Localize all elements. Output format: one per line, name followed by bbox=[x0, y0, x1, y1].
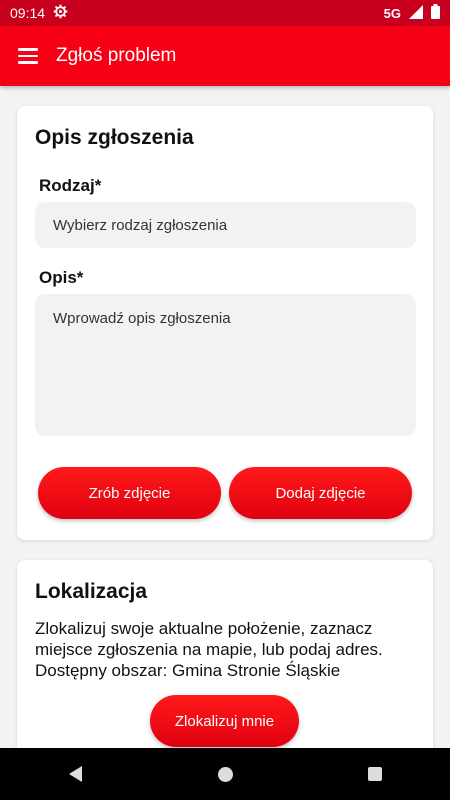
type-select-placeholder: Wybierz rodzaj zgłoszenia bbox=[53, 216, 228, 234]
type-select[interactable]: Wybierz rodzaj zgłoszenia bbox=[35, 202, 416, 248]
description-card-title: Opis zgłoszenia bbox=[35, 126, 194, 149]
signal-icon bbox=[409, 4, 423, 22]
navigation-bar bbox=[0, 748, 450, 800]
description-placeholder: Wprowadź opis zgłoszenia bbox=[53, 310, 231, 327]
settings-gear-icon bbox=[53, 4, 68, 22]
status-bar-right: 5G bbox=[384, 4, 440, 22]
add-photo-button[interactable]: Dodaj zdjęcie bbox=[229, 467, 412, 519]
description-textarea[interactable]: Wprowadź opis zgłoszenia bbox=[35, 294, 416, 436]
description-label: Opis* bbox=[39, 268, 84, 287]
recents-button[interactable] bbox=[355, 754, 395, 794]
app-bar: Zgłoś problem bbox=[0, 26, 450, 86]
status-bar-left: 09:14 bbox=[10, 4, 68, 22]
battery-icon bbox=[431, 4, 440, 22]
locate-me-button[interactable]: Zlokalizuj mnie bbox=[150, 695, 299, 747]
home-button[interactable] bbox=[205, 754, 245, 794]
screen: 09:14 5G Zgłoś problem Opis zgłoszenia R… bbox=[0, 0, 450, 800]
recents-square-icon bbox=[368, 767, 382, 781]
location-instructions: Zlokalizuj swoje aktualne położenie, zaz… bbox=[35, 619, 383, 680]
network-type: 5G bbox=[383, 5, 401, 21]
status-time: 09:14 bbox=[10, 5, 46, 21]
status-bar: 09:14 5G bbox=[0, 0, 450, 26]
page-title: Zgłoś problem bbox=[56, 45, 177, 66]
description-card: Opis zgłoszenia Rodzaj* Wybierz rodzaj z… bbox=[17, 106, 433, 540]
back-triangle-icon bbox=[68, 766, 82, 782]
type-label: Rodzaj* bbox=[39, 176, 102, 195]
home-circle-icon bbox=[217, 766, 233, 782]
location-card-title: Lokalizacja bbox=[35, 580, 148, 603]
back-button[interactable] bbox=[55, 754, 95, 794]
take-photo-button[interactable]: Zrób zdjęcie bbox=[38, 467, 221, 519]
hamburger-menu-icon[interactable] bbox=[18, 44, 42, 68]
